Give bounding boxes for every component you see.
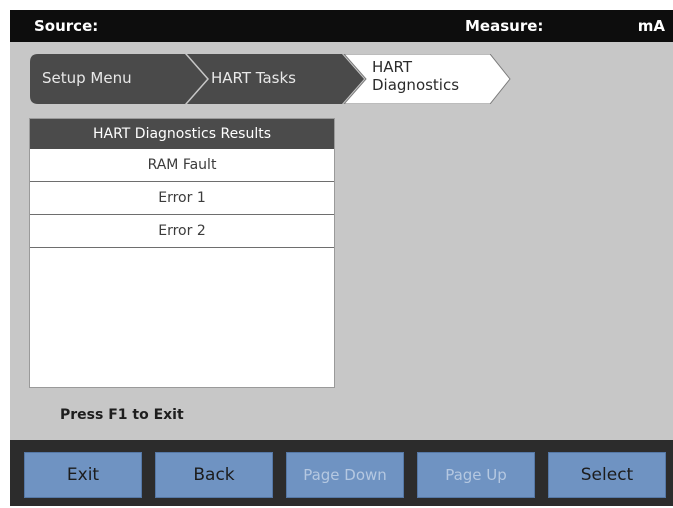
breadcrumb: Setup Menu HART Tasks HART Diagnostics bbox=[30, 54, 530, 104]
exit-hint: Press F1 to Exit bbox=[60, 407, 184, 423]
result-row-error-1[interactable]: Error 1 bbox=[30, 182, 334, 215]
measure-unit: mA bbox=[637, 17, 665, 35]
breadcrumb-item-hart-diagnostics: HART Diagnostics bbox=[372, 58, 460, 94]
diagnostics-results-panel: HART Diagnostics Results RAM Fault Error… bbox=[29, 118, 335, 388]
page-up-button[interactable]: Page Up bbox=[417, 452, 535, 498]
source-label: Source: bbox=[34, 17, 99, 35]
exit-button[interactable]: Exit bbox=[24, 452, 142, 498]
device-screen: Source: Measure: mA Setup Menu HART Task… bbox=[10, 10, 673, 506]
status-bar: Source: Measure: mA bbox=[10, 10, 673, 42]
select-button[interactable]: Select bbox=[548, 452, 666, 498]
result-row-ram-fault[interactable]: RAM Fault bbox=[30, 149, 334, 182]
breadcrumb-item-hart-tasks[interactable]: HART Tasks bbox=[211, 69, 296, 87]
results-title: HART Diagnostics Results bbox=[30, 119, 334, 149]
back-button[interactable]: Back bbox=[155, 452, 273, 498]
softkey-bar: Exit Back Page Down Page Up Select bbox=[10, 440, 673, 506]
breadcrumb-item-setup-menu[interactable]: Setup Menu bbox=[42, 69, 132, 87]
measure-label: Measure: bbox=[465, 17, 544, 35]
page-down-button[interactable]: Page Down bbox=[286, 452, 404, 498]
result-row-error-2[interactable]: Error 2 bbox=[30, 215, 334, 248]
